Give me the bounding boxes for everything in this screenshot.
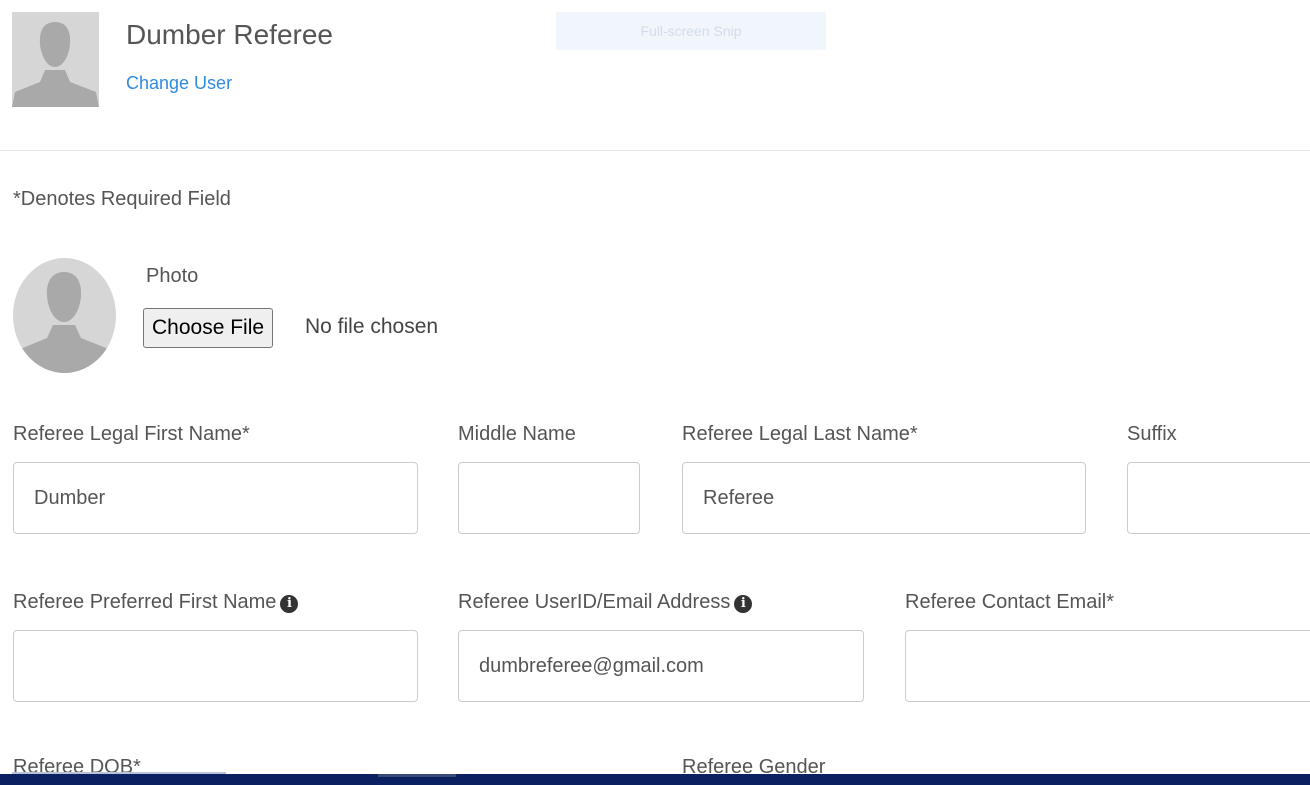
userid-email-label: Referee UserID/Email Address — [458, 591, 731, 613]
first-name-input[interactable] — [13, 462, 418, 534]
preferred-name-label: Referee Preferred First Name — [13, 591, 277, 613]
userid-email-input[interactable] — [458, 630, 864, 702]
suffix-label: Suffix — [1127, 423, 1177, 445]
contact-email-label: Referee Contact Email* — [905, 591, 1114, 613]
person-silhouette-icon — [13, 272, 116, 373]
preferred-name-label-row: Referee Preferred First Name i — [13, 591, 299, 614]
choose-file-button[interactable]: Choose File — [143, 308, 274, 348]
change-user-link[interactable]: Change User — [126, 73, 232, 94]
info-circle-icon[interactable]: i — [280, 595, 299, 613]
photo-preview — [13, 258, 116, 373]
middle-name-label: Middle Name — [458, 423, 576, 445]
first-name-label: Referee Legal First Name* — [13, 423, 250, 445]
last-name-input[interactable] — [682, 462, 1086, 534]
current-user-name: Dumber Referee — [126, 19, 333, 50]
taskbar — [0, 774, 1310, 785]
suffix-input[interactable] — [1127, 462, 1310, 534]
file-status-text: No file chosen — [305, 315, 439, 338]
userid-email-label-row: Referee UserID/Email Address i — [458, 591, 753, 614]
snip-overlay-label: Full-screen Snip — [556, 12, 826, 50]
preferred-name-input[interactable] — [13, 630, 418, 702]
middle-name-input[interactable] — [458, 462, 640, 534]
person-silhouette-icon — [12, 22, 99, 107]
contact-email-input[interactable] — [905, 630, 1310, 702]
last-name-label: Referee Legal Last Name* — [682, 423, 918, 445]
header-divider — [0, 150, 1310, 151]
taskbar-tab[interactable] — [378, 774, 456, 777]
user-avatar — [12, 12, 99, 107]
info-circle-icon[interactable]: i — [734, 595, 753, 613]
photo-label: Photo — [146, 265, 199, 287]
required-field-note: *Denotes Required Field — [13, 188, 231, 210]
